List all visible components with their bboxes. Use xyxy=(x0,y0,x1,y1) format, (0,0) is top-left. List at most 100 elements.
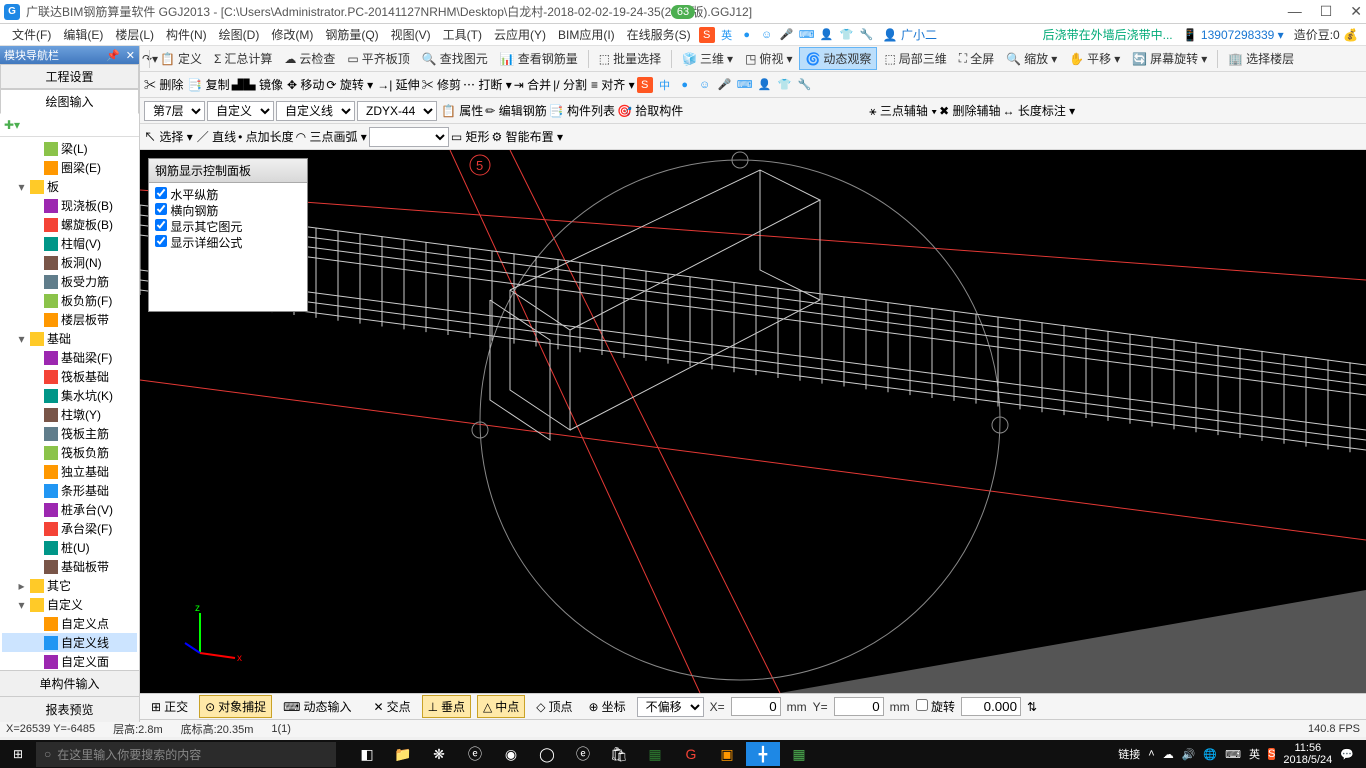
chrome-icon[interactable]: ◯ xyxy=(530,742,564,766)
sidebar-tab-single[interactable]: 单构件输入 xyxy=(0,670,139,696)
component-list-button[interactable]: 📑 构件列表 xyxy=(549,102,615,119)
minimize-button[interactable]: — xyxy=(1288,3,1302,20)
tray-net-icon[interactable]: 🌐 xyxy=(1203,748,1217,761)
menu-tools[interactable]: 工具(T) xyxy=(439,24,486,45)
maximize-button[interactable]: ☐ xyxy=(1320,3,1333,20)
tree-item[interactable]: 板受力筋 xyxy=(2,272,137,291)
ortho-toggle[interactable]: ⊞ 正交 xyxy=(146,696,193,717)
explorer-icon[interactable]: 📁 xyxy=(386,742,420,766)
app-icon-3[interactable]: G xyxy=(674,742,708,766)
tree-item[interactable]: 基础梁(F) xyxy=(2,348,137,367)
break-button[interactable]: ⋯ 打断 ▾ xyxy=(463,76,512,93)
sogou-icon[interactable]: S xyxy=(699,27,715,43)
menu-floor[interactable]: 楼层(L) xyxy=(111,24,158,45)
dyn-toggle[interactable]: ⌨ 动态输入 xyxy=(278,696,356,717)
ime-t2-icon[interactable]: 🔧 xyxy=(797,77,813,93)
tray-kb-icon[interactable]: ⌨ xyxy=(1225,748,1241,761)
extend-button[interactable]: →| 延伸 xyxy=(377,76,419,93)
tree-item[interactable]: 集水坑(K) xyxy=(2,386,137,405)
sidebar-close-icon[interactable]: ✕ xyxy=(126,49,135,62)
sidebar-tab-draw[interactable]: 绘图输入 xyxy=(0,89,139,114)
code-select[interactable]: ZDYX-44 xyxy=(357,101,437,121)
tree-item[interactable]: 梁(L) xyxy=(2,139,137,158)
sum-button[interactable]: Σ 汇总计算 xyxy=(209,48,277,69)
floor-select[interactable]: 第7层 xyxy=(144,101,205,121)
sogou-icon-2[interactable]: S xyxy=(637,77,653,93)
local-3d-button[interactable]: ⬚ 局部三维 xyxy=(879,48,951,69)
ime-k2-icon[interactable]: ⌨ xyxy=(737,77,753,93)
menu-rebar[interactable]: 钢筋量(Q) xyxy=(321,24,382,45)
aux3pt-button[interactable]: ⚹ 三点辅轴 ▾ xyxy=(869,102,937,119)
perp-toggle[interactable]: ⊥ 垂点 xyxy=(422,695,471,718)
tree-item[interactable]: 螺旋板(B) xyxy=(2,215,137,234)
menu-bim[interactable]: BIM应用(I) xyxy=(554,24,619,45)
copy-button[interactable]: 📑 复制 xyxy=(187,76,229,93)
ime-p2-icon[interactable]: ● xyxy=(677,77,693,93)
tree-item[interactable]: 楼层板带 xyxy=(2,310,137,329)
tree-item[interactable]: 条形基础 xyxy=(2,481,137,500)
find-button[interactable]: 🔍 查找图元 xyxy=(417,48,493,69)
tree-item[interactable]: 桩承台(V) xyxy=(2,500,137,519)
mid-toggle[interactable]: △ 中点 xyxy=(477,695,525,718)
ime-lang-icon[interactable]: 英 xyxy=(719,27,735,43)
tree-item[interactable]: 筏板基础 xyxy=(2,367,137,386)
draw-select[interactable] xyxy=(369,127,449,147)
menu-modify[interactable]: 修改(M) xyxy=(267,24,317,45)
close-button[interactable]: ✕ xyxy=(1350,3,1362,20)
flat-button[interactable]: ▭ 平齐板顶 xyxy=(342,48,414,69)
tree-item[interactable]: 现浇板(B) xyxy=(2,196,137,215)
merge-button[interactable]: ⇥ 合并 xyxy=(514,76,551,93)
taskview-icon[interactable]: ◧ xyxy=(350,742,384,766)
ptlen-tool[interactable]: • 点加长度 xyxy=(238,128,294,145)
tree-item[interactable]: 独立基础 xyxy=(2,462,137,481)
align-button[interactable]: ≡ 对齐 ▾ xyxy=(591,76,635,93)
mirror-button[interactable]: ▟▙ 镜像 xyxy=(232,76,283,93)
chk-trans[interactable]: 横向钢筋 xyxy=(155,203,301,219)
rotate-button[interactable]: ⟳ 旋转 ▾ xyxy=(326,76,373,93)
fullscreen-button[interactable]: ⛶ 全屏 xyxy=(954,48,999,69)
ime-u2-icon[interactable]: 👤 xyxy=(757,77,773,93)
credits-label[interactable]: 造价豆:0 💰 xyxy=(1294,26,1358,43)
rotate-screen-button[interactable]: 🔄 屏幕旋转 ▾ xyxy=(1127,48,1212,69)
chk-formula[interactable]: 显示详细公式 xyxy=(155,235,301,251)
edit-rebar-button[interactable]: ✏ 编辑钢筋 xyxy=(485,102,546,119)
tray-up-icon[interactable]: ˄ xyxy=(1148,748,1154,760)
split-button[interactable]: |/ 分割 xyxy=(553,76,587,93)
ime-cn-icon[interactable]: 中 xyxy=(657,77,673,93)
app-icon-5[interactable]: ╋ xyxy=(746,742,780,766)
line-tool[interactable]: ／ 直线 xyxy=(197,128,236,145)
tray-sogou-icon[interactable]: S xyxy=(1268,748,1275,760)
ime-punct-icon[interactable]: ● xyxy=(739,27,755,43)
ime-mic-icon[interactable]: 🎤 xyxy=(779,27,795,43)
delete-button[interactable]: ✂ 删除 xyxy=(144,76,183,93)
tree-item[interactable]: ▾板 xyxy=(2,177,137,196)
rotate-input[interactable] xyxy=(961,697,1021,716)
chk-other[interactable]: 显示其它图元 xyxy=(155,219,301,235)
tree-item[interactable]: 自定义点 xyxy=(2,614,137,633)
app-icon-6[interactable]: ▦ xyxy=(782,742,816,766)
osnap-toggle[interactable]: ⊙ 对象捕捉 xyxy=(199,695,272,718)
batch-button[interactable]: ⬚ 批量选择 xyxy=(594,48,666,69)
tree-expand-icon[interactable]: ✚▾ xyxy=(4,118,20,132)
chk-horiz[interactable]: 水平纵筋 xyxy=(155,187,301,203)
arc3-tool[interactable]: ◠ 三点画弧 ▾ xyxy=(296,128,367,145)
viewport-3d[interactable]: 5 z x 钢筋显示控制面板 水平纵筋 横向钢筋 显示其它图元 显示详细公式 xyxy=(140,150,1366,693)
3d-button[interactable]: 🧊 三维 ▾ xyxy=(677,48,738,69)
tray-vol-icon[interactable]: 🔊 xyxy=(1182,748,1196,761)
app-icon-4[interactable]: ▣ xyxy=(710,742,744,766)
ime-smile-icon[interactable]: ☺ xyxy=(759,27,775,43)
tray-lang[interactable]: 英 xyxy=(1249,746,1260,762)
define-button[interactable]: 📋 定义 xyxy=(155,48,207,69)
tree-item[interactable]: 柱帽(V) xyxy=(2,234,137,253)
ime-keyboard-icon[interactable]: ⌨ xyxy=(799,27,815,43)
tray-cloud-icon[interactable]: ☁ xyxy=(1163,748,1174,761)
app-icon-2[interactable]: ◉ xyxy=(494,742,528,766)
tree-item[interactable]: ▾自定义 xyxy=(2,595,137,614)
assistant-link[interactable]: 👤 广小二 xyxy=(879,24,941,45)
tree-item[interactable]: 筏板主筋 xyxy=(2,424,137,443)
ime-sh2-icon[interactable]: 👕 xyxy=(777,77,793,93)
x-input[interactable] xyxy=(731,697,781,716)
del-aux-button[interactable]: ✖ 删除辅轴 xyxy=(939,102,1000,119)
tree-item[interactable]: 承台梁(F) xyxy=(2,519,137,538)
menu-view[interactable]: 视图(V) xyxy=(387,24,435,45)
